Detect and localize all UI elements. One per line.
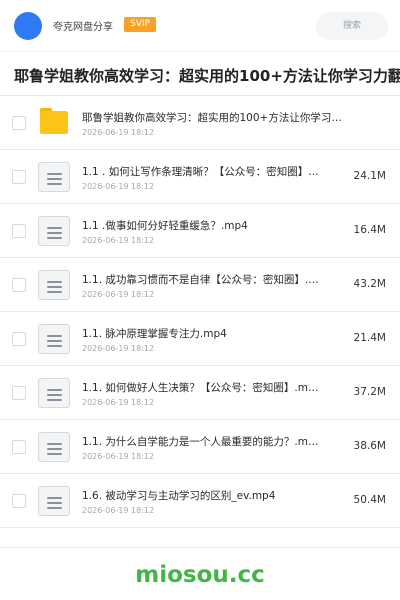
file-size: 16.4M — [353, 224, 386, 236]
file-name: 1.1. 如何做好人生决策？【公众号：密知圈】.m… — [82, 382, 319, 394]
file-name: 1.1. 脉冲原理掌握专注力.mp4 — [82, 328, 227, 340]
file-name: 耶鲁学姐教你高效学习：超实用的100+方法让你学习… — [82, 112, 342, 124]
row-checkbox[interactable] — [12, 224, 26, 238]
file-list: 耶鲁学姐教你高效学习：超实用的100+方法让你学习… 2026-06-19 18… — [0, 96, 400, 528]
file-size: 43.2M — [353, 278, 386, 290]
document-icon — [38, 324, 70, 354]
row-checkbox[interactable] — [12, 116, 26, 130]
site-name: 夸克网盘分享 — [53, 22, 113, 33]
file-name: 1.1 .做事如何分好轻重缓急？.mp4 — [82, 220, 248, 232]
file-date: 2026-06-19 18:12 — [82, 452, 155, 461]
search-label: 搜索 — [342, 21, 361, 31]
list-item[interactable]: 1.1 . 如何让写作条理清晰？【公众号：密知圈】… 2026-06-19 18… — [0, 150, 400, 204]
list-item[interactable]: 耶鲁学姐教你高效学习：超实用的100+方法让你学习… 2026-06-19 18… — [0, 96, 400, 150]
list-item[interactable]: 1.1 .做事如何分好轻重缓急？.mp4 2026-06-19 18:12 16… — [0, 204, 400, 258]
file-name: 1.1. 成功靠习惯而不是自律【公众号：密知圈】.… — [82, 274, 319, 286]
page-title: 耶鲁学姐教你高效学习：超实用的100+方法让你学习力翻10倍 — [14, 67, 400, 85]
header: 夸克网盘分享 SVIP 搜索 — [0, 0, 400, 52]
list-item[interactable]: 1.1. 如何做好人生决策？【公众号：密知圈】.m… 2026-06-19 18… — [0, 366, 400, 420]
list-item[interactable]: 1.1. 为什么自学能力是一个人最重要的能力？.m… 2026-06-19 18… — [0, 420, 400, 474]
row-checkbox[interactable] — [12, 278, 26, 292]
file-date: 2026-06-19 18:12 — [82, 128, 155, 137]
file-size: 21.4M — [353, 332, 386, 344]
list-item[interactable]: 1.1. 成功靠习惯而不是自律【公众号：密知圈】.… 2026-06-19 18… — [0, 258, 400, 312]
list-item[interactable]: 1.6. 被动学习与主动学习的区别_ev.mp4 2026-06-19 18:1… — [0, 474, 400, 528]
document-icon — [38, 162, 70, 192]
file-date: 2026-06-19 18:12 — [82, 344, 155, 353]
document-icon — [38, 486, 70, 516]
row-checkbox[interactable] — [12, 440, 26, 454]
divider — [0, 547, 400, 548]
file-date: 2026-06-19 18:12 — [82, 398, 155, 407]
file-name: 1.1 . 如何让写作条理清晰？【公众号：密知圈】… — [82, 166, 319, 178]
row-checkbox[interactable] — [12, 386, 26, 400]
document-icon — [38, 378, 70, 408]
row-checkbox[interactable] — [12, 494, 26, 508]
document-icon — [38, 432, 70, 462]
file-date: 2026-06-19 18:12 — [82, 506, 155, 515]
file-name: 1.6. 被动学习与主动学习的区别_ev.mp4 — [82, 490, 276, 502]
svip-badge: SVIP — [124, 17, 156, 32]
row-checkbox[interactable] — [12, 170, 26, 184]
file-date: 2026-06-19 18:12 — [82, 290, 155, 299]
file-name: 1.1. 为什么自学能力是一个人最重要的能力？.m… — [82, 436, 319, 448]
folder-icon — [40, 108, 68, 134]
avatar[interactable] — [14, 12, 42, 40]
file-size: 50.4M — [353, 494, 386, 506]
list-item[interactable]: 1.1. 脉冲原理掌握专注力.mp4 2026-06-19 18:12 21.4… — [0, 312, 400, 366]
document-icon — [38, 216, 70, 246]
file-size: 38.6M — [353, 440, 386, 452]
file-size: 37.2M — [353, 386, 386, 398]
document-icon — [38, 270, 70, 300]
search-button[interactable]: 搜索 — [316, 12, 388, 40]
file-date: 2026-06-19 18:12 — [82, 236, 155, 245]
file-date: 2026-06-19 18:12 — [82, 182, 155, 191]
watermark: miosou.cc — [135, 562, 265, 588]
row-checkbox[interactable] — [12, 332, 26, 346]
file-size: 24.1M — [353, 170, 386, 182]
